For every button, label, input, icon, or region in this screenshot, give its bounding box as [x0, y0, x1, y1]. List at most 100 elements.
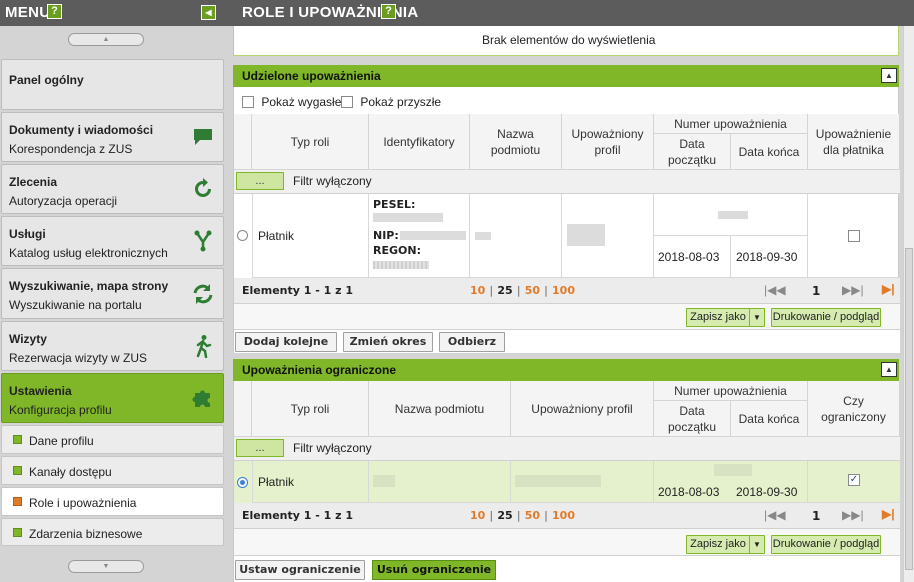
column-header-entity-name[interactable]: Nazwa podmiotu [369, 381, 511, 437]
refresh-arrow-icon [195, 178, 211, 197]
collapse-menu-icon[interactable]: ◀ [201, 5, 216, 20]
page-size-option[interactable]: 100 [552, 284, 575, 297]
column-header-entity-name[interactable]: Nazwa podmiotu [470, 114, 562, 170]
limited-filter-row: ... Filtr wyłączony [234, 437, 900, 461]
redacted-pesel [373, 213, 443, 222]
set-limit-button[interactable]: Ustaw ograniczenie [235, 560, 365, 580]
sidebar-item-dokumenty[interactable]: Dokumenty i wiadomości Korespondencja z … [1, 112, 224, 162]
sidebar-item-panel-ogolny[interactable]: Panel ogólny [1, 59, 224, 110]
row-select-radio[interactable] [237, 230, 248, 241]
show-expired-option[interactable]: Pokaż wygasłe [242, 94, 341, 109]
filter-button[interactable]: ... [236, 172, 284, 190]
end-page-icon[interactable]: ▶| [882, 282, 895, 296]
sidebar-subitem-kanaly-dostepu[interactable]: Kanały dostępu [1, 456, 224, 485]
sidebar-subitem-label: Dane profilu [29, 434, 94, 448]
save-as-button[interactable]: Zapisz jako [686, 308, 750, 327]
scrollbar-thumb[interactable] [905, 248, 913, 570]
remove-limit-button[interactable]: Usuń ograniczenie [372, 560, 496, 580]
page-size-option[interactable]: 10 [470, 284, 485, 297]
bullet-square-icon [13, 435, 22, 444]
page-size-option[interactable]: 25 [497, 284, 512, 297]
change-period-button[interactable]: Zmień okres [343, 332, 433, 352]
page-size-option[interactable]: 10 [470, 509, 485, 522]
content-area: Brak elementów do wyświetlenia Udzielone… [226, 26, 903, 582]
first-page-icon[interactable]: |◀◀ [764, 283, 786, 297]
sidebar-item-title: Zlecenia [9, 175, 58, 189]
collapse-panel-icon[interactable]: ▲ [881, 362, 897, 377]
page-size-option[interactable]: 100 [552, 509, 575, 522]
sidebar-item-uslugi[interactable]: Usługi Katalog usług elektronicznych [1, 216, 224, 266]
column-header-is-limited[interactable]: Czy ograniczony [808, 381, 900, 437]
save-as-dropdown-icon[interactable]: ▼ [749, 308, 765, 327]
page-size-option[interactable]: 25 [497, 509, 512, 522]
granted-panel-header: Udzielone upoważnienia ▲ [233, 65, 899, 87]
column-header-role-type[interactable]: Typ roli [252, 381, 369, 437]
column-header-end-date[interactable]: Data końca [731, 401, 808, 437]
granted-pager: Elementy 1 - 1 z 1 10 | 25 | 50 | 100 |◀◀ 1 ▶▶… [234, 278, 900, 304]
column-header-role-type[interactable]: Typ roli [252, 114, 369, 170]
end-page-icon[interactable]: ▶| [882, 507, 895, 521]
redacted-regon [373, 261, 429, 269]
table-row[interactable]: Płatnik PESEL: NIP: REGON: 2018-08-03 20… [234, 194, 900, 278]
show-expired-label: Pokaż wygasłe [261, 94, 342, 109]
sidebar-subitem-dane-profilu[interactable]: Dane profilu [1, 425, 224, 454]
help-icon[interactable]: ? [381, 4, 396, 19]
limited-actions: Ustaw ograniczenie Usuń ograniczenie [234, 556, 900, 582]
end-date-value: 2018-09-30 [736, 250, 798, 264]
first-page-icon[interactable]: |◀◀ [764, 508, 786, 522]
column-header-authorized-profile[interactable]: Upoważniony profil [562, 114, 654, 170]
sidebar-item-subtitle: Autoryzacja operacji [9, 194, 118, 208]
bullet-square-icon [13, 528, 22, 537]
cell-identifiers: PESEL: NIP: REGON: [369, 194, 470, 278]
print-preview-button[interactable]: Drukowanie / podgląd [771, 308, 881, 327]
last-page-icon[interactable]: ▶▶| [842, 508, 864, 522]
page-size-option[interactable]: 50 [525, 284, 540, 297]
show-future-option[interactable]: Pokaż przyszłe [341, 94, 441, 109]
granted-filter-row: ... Filtr wyłączony [234, 170, 900, 194]
sidebar-subitem-role-i-upowaznienia[interactable]: Role i upoważnienia [1, 487, 224, 516]
menu-scroll-down-button[interactable]: ▼ [68, 560, 144, 573]
column-header-end-date[interactable]: Data końca [731, 134, 808, 170]
column-header-payer-authorization[interactable]: Upoważnienie dla płatnika [808, 114, 900, 170]
is-limited-checkbox[interactable]: ✓ [848, 474, 860, 486]
show-expired-checkbox[interactable] [242, 95, 254, 108]
walking-person-icon [196, 335, 212, 358]
save-as-dropdown-icon[interactable]: ▼ [749, 535, 765, 554]
last-page-icon[interactable]: ▶▶| [842, 283, 864, 297]
granted-panel-body: Pokaż wygasłe Pokaż przyszłe Typ roli Id… [233, 87, 900, 353]
show-future-checkbox[interactable] [341, 95, 353, 108]
sidebar-subitem-zdarzenia-biznesowe[interactable]: Zdarzenia biznesowe [1, 518, 224, 546]
sidebar-item-subtitle: Konfiguracja profilu [9, 403, 112, 417]
table-row[interactable]: Płatnik 2018-08-03 2018-09-30 ✓ [234, 461, 900, 503]
nip-label: NIP: [373, 229, 399, 242]
main-scrollbar[interactable] [903, 26, 914, 582]
sidebar-item-title: Wyszukiwanie, mapa strony [9, 279, 169, 293]
current-page: 1 [812, 284, 821, 298]
row-select-radio[interactable] [237, 477, 248, 488]
column-header-authorized-profile[interactable]: Upoważniony profil [511, 381, 654, 437]
sidebar-item-ustawienia[interactable]: Ustawienia Konfiguracja profilu [1, 373, 224, 423]
sidebar-item-title: Dokumenty i wiadomości [9, 123, 154, 137]
save-as-button[interactable]: Zapisz jako [686, 535, 750, 554]
filter-button[interactable]: ... [236, 439, 284, 457]
column-header-start-date[interactable]: Data początku [654, 401, 731, 437]
payer-authorization-checkbox[interactable] [848, 230, 860, 242]
add-another-button[interactable]: Dodaj kolejne [235, 332, 337, 352]
revoke-button[interactable]: Odbierz [439, 332, 505, 352]
sidebar-subitem-label: Role i upoważnienia [29, 496, 137, 510]
page-size-selector: 10 | 25 | 50 | 100 [470, 284, 575, 297]
sidebar-item-subtitle: Rezerwacja wizyty w ZUS [9, 351, 148, 365]
help-icon[interactable]: ? [47, 4, 62, 19]
collapse-panel-icon[interactable]: ▲ [881, 68, 897, 83]
menu-scroll-up-button[interactable]: ▲ [68, 33, 144, 46]
role-type-value: Płatnik [258, 475, 295, 489]
column-header-identifiers[interactable]: Identyfikatory [369, 114, 470, 170]
sidebar-item-wizyty[interactable]: Wizyty Rezerwacja wizyty w ZUS [1, 321, 224, 371]
sidebar-item-wyszukiwanie[interactable]: Wyszukiwanie, mapa strony Wyszukiwanie n… [1, 268, 224, 319]
cell-authorization-number: 2018-08-03 2018-09-30 [654, 461, 808, 503]
column-header-start-date[interactable]: Data początku [654, 134, 731, 170]
sidebar-item-zlecenia[interactable]: Zlecenia Autoryzacja operacji [1, 164, 224, 214]
main-area: ROLE I UPOWAŻNIENIA ? Brak elementów do … [226, 0, 914, 582]
page-size-option[interactable]: 50 [525, 509, 540, 522]
print-preview-button[interactable]: Drukowanie / podgląd [771, 535, 881, 554]
